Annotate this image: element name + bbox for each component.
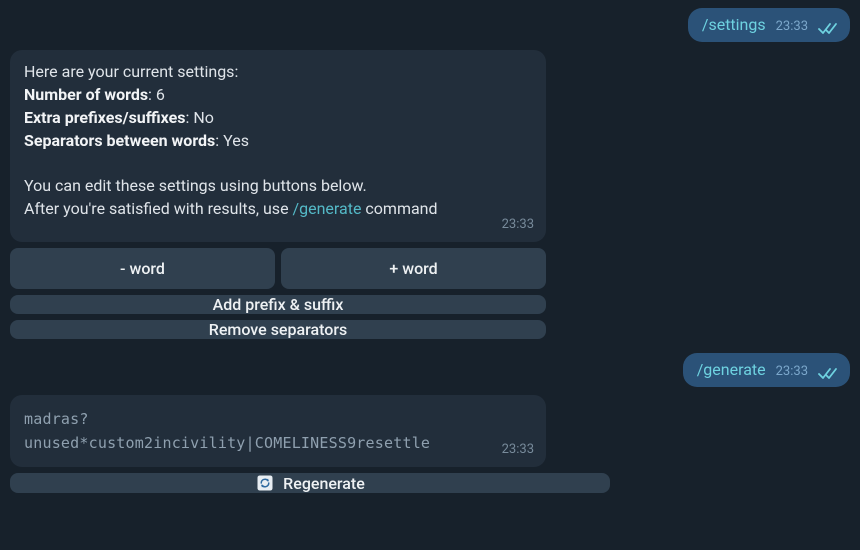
- generate-inline-keyboard: Regenerate: [10, 473, 610, 493]
- message-time: 23:33: [502, 438, 534, 461]
- generated-password: madras?unused*custom2incivility|COMELINE…: [24, 410, 430, 452]
- settings-line: Separators between words: Yes: [24, 129, 532, 152]
- refresh-icon: [255, 473, 275, 493]
- outgoing-message[interactable]: /settings 23:33: [688, 8, 850, 42]
- read-checks-icon: [818, 22, 838, 36]
- settings-intro: Here are your current settings:: [24, 60, 532, 83]
- add-prefix-suffix-button[interactable]: Add prefix & suffix: [10, 295, 546, 314]
- settings-line: Number of words: 6: [24, 83, 532, 106]
- plus-word-button[interactable]: + word: [281, 248, 546, 289]
- command-text: /generate: [697, 359, 766, 381]
- settings-after-hint: After you're satisfied with results, use…: [24, 197, 532, 220]
- message-time: 23:33: [776, 363, 808, 381]
- generate-reply-message[interactable]: madras?unused*custom2incivility|COMELINE…: [10, 395, 546, 467]
- minus-word-button[interactable]: - word: [10, 248, 275, 289]
- settings-inline-keyboard: - word + word Add prefix & suffix Remove…: [10, 248, 546, 339]
- read-checks-icon: [818, 367, 838, 381]
- regenerate-button[interactable]: Regenerate: [10, 473, 610, 493]
- remove-separators-button[interactable]: Remove separators: [10, 320, 546, 339]
- settings-reply-message[interactable]: Here are your current settings: Number o…: [10, 50, 546, 242]
- message-time: 23:33: [502, 213, 534, 236]
- settings-edit-hint: You can edit these settings using button…: [24, 174, 532, 197]
- generate-link[interactable]: /generate: [293, 199, 362, 218]
- command-text: /settings: [702, 14, 766, 36]
- outgoing-message[interactable]: /generate 23:33: [683, 353, 850, 387]
- regenerate-label: Regenerate: [283, 474, 365, 493]
- settings-line: Extra prefixes/suffixes: No: [24, 106, 532, 129]
- message-time: 23:33: [776, 18, 808, 36]
